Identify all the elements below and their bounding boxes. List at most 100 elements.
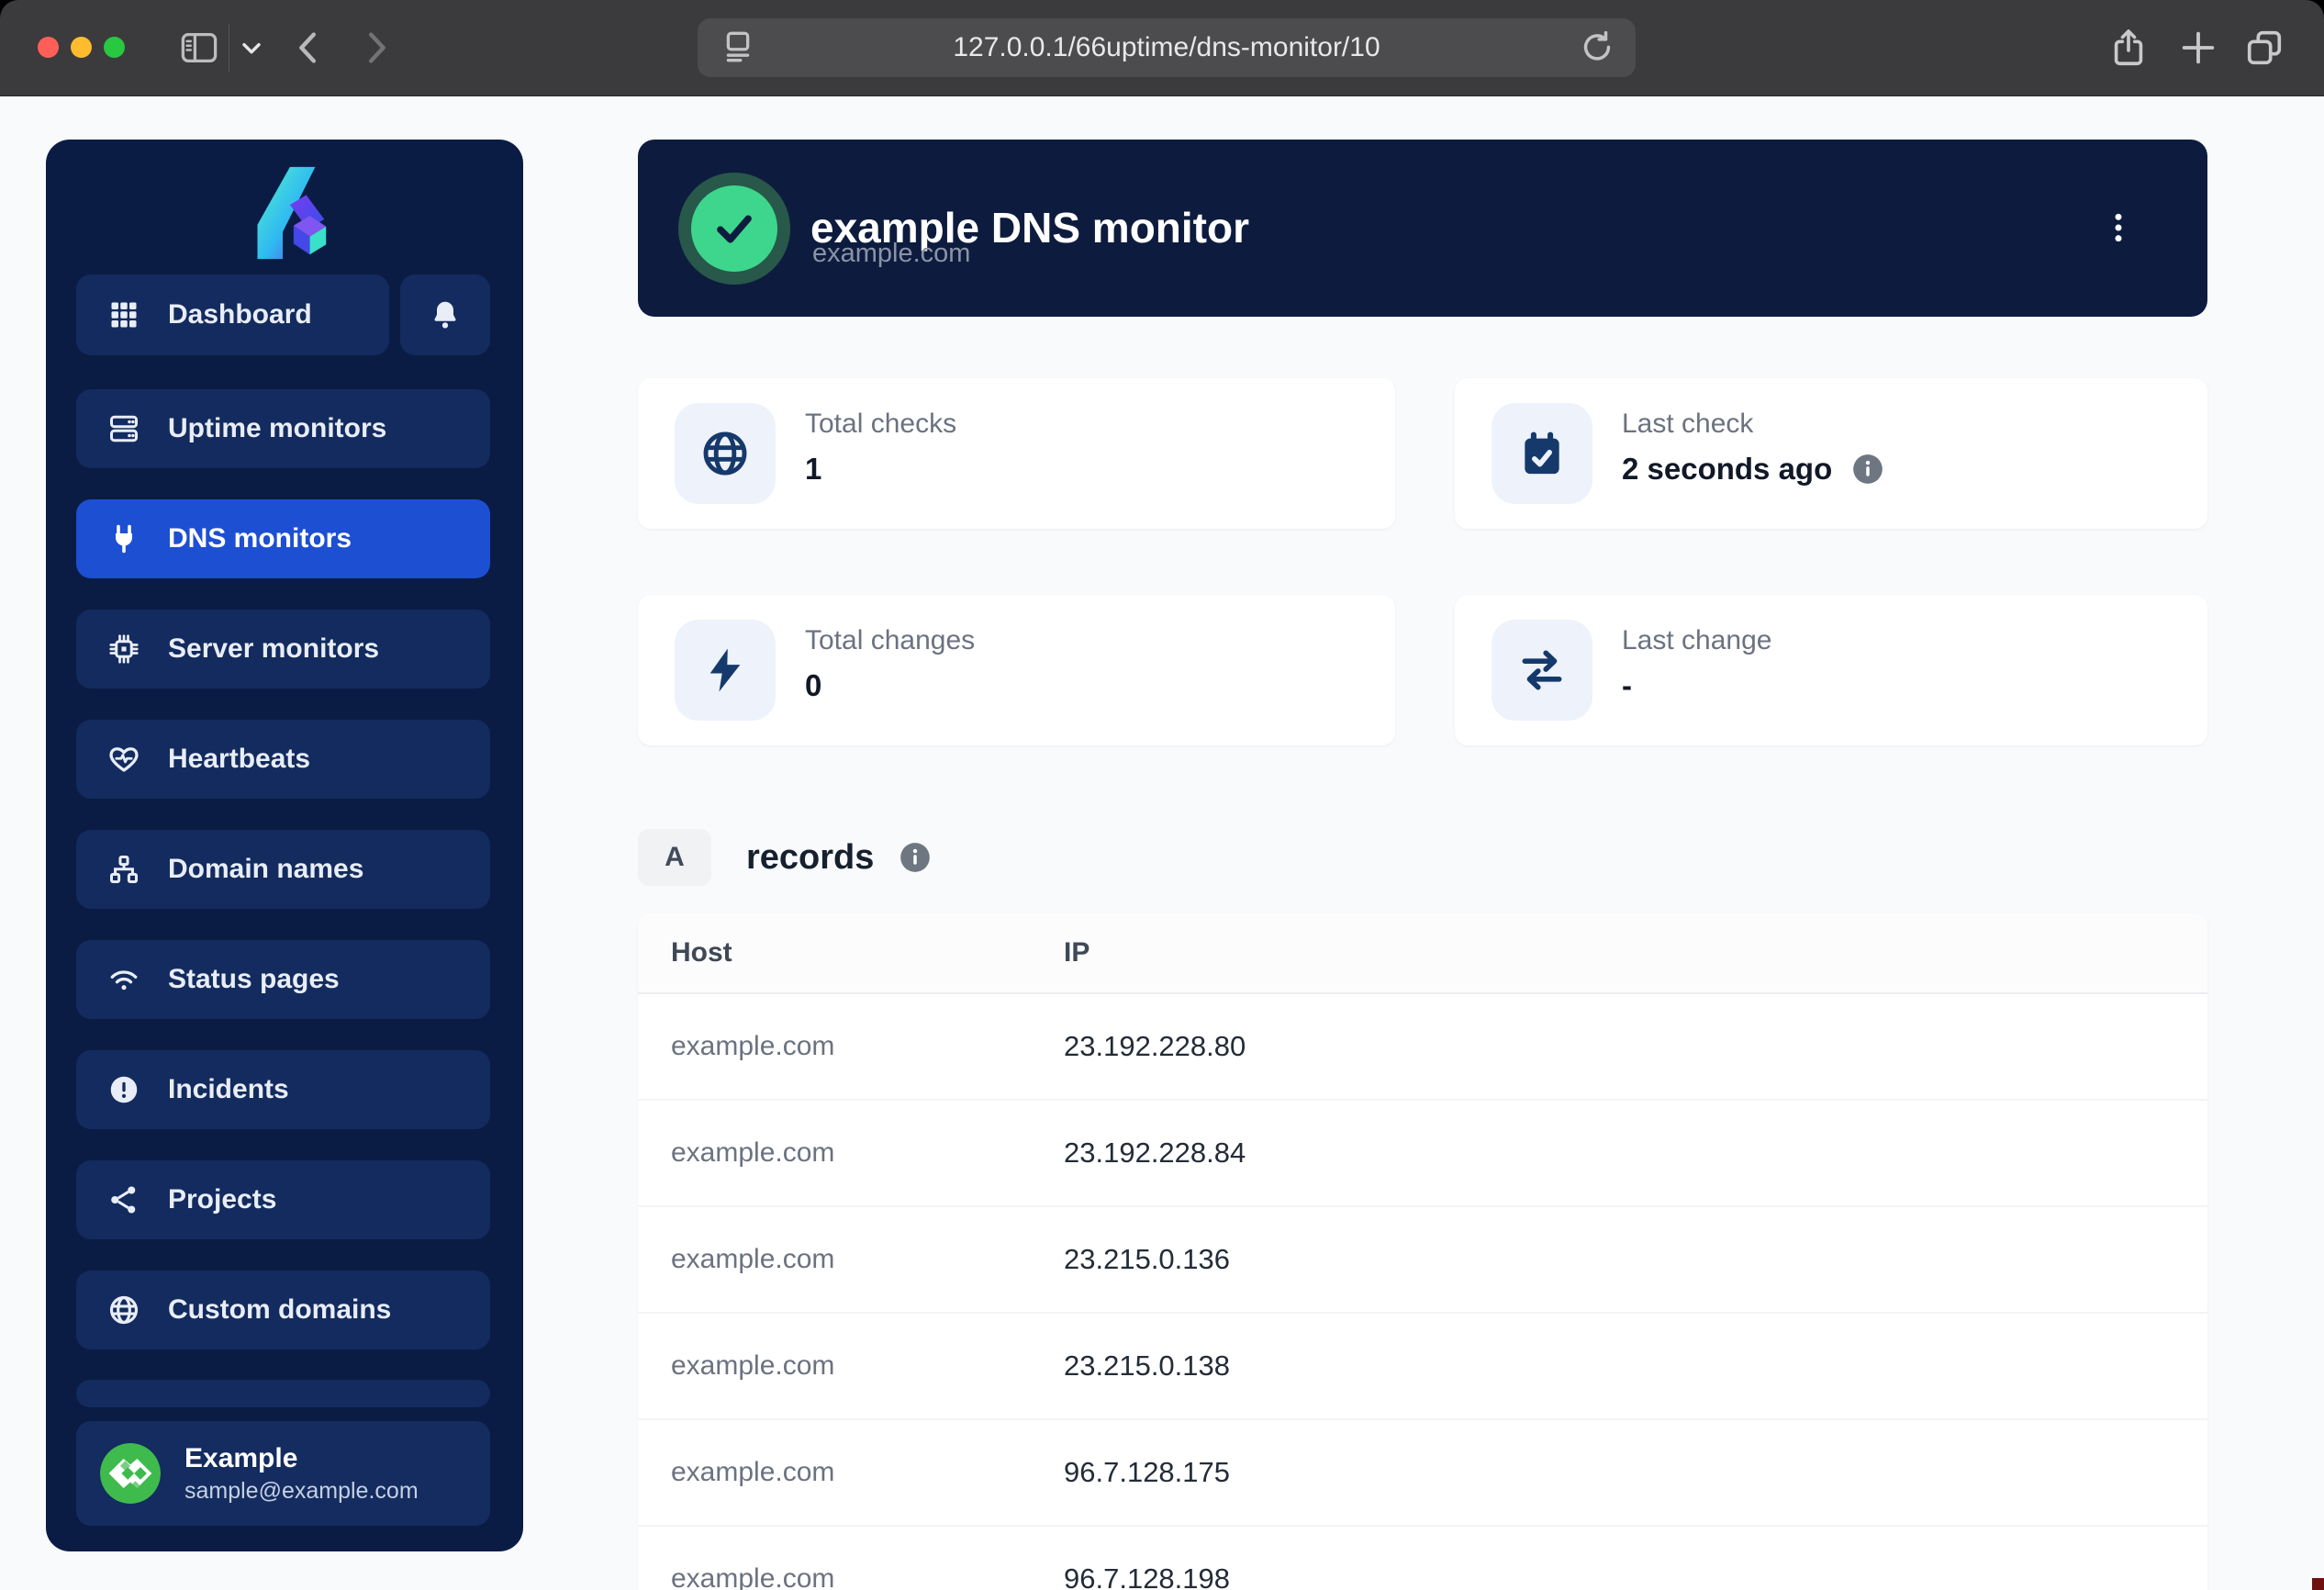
stat-card-total-checks: Total checks 1 (638, 378, 1395, 529)
sidebar-item-partial[interactable] (76, 1380, 490, 1407)
table-row: example.com 23.192.228.80 (638, 994, 2207, 1101)
records-info-icon[interactable] (898, 840, 933, 875)
cpu-icon (107, 633, 140, 666)
user-card[interactable]: Example sample@example.com (76, 1421, 490, 1526)
record-type-badge: A (638, 829, 711, 886)
close-button[interactable] (38, 37, 59, 58)
address-bar[interactable]: 127.0.0.1/66uptime/dns-monitor/10 (698, 18, 1636, 77)
chevron-down-icon (237, 33, 266, 62)
table-header: Host IP (638, 913, 2207, 994)
bell-icon (429, 298, 462, 331)
minimize-button[interactable] (71, 37, 92, 58)
sidebar-item-domain-names[interactable]: Domain names (76, 830, 490, 909)
reload-button[interactable] (1577, 27, 1617, 70)
avatar (100, 1443, 161, 1504)
stat-icon-tile (675, 403, 776, 504)
server-stack-icon (107, 412, 140, 445)
sidebar: Dashboard Uptime monitors DNS monitors S… (46, 140, 523, 1551)
sidebar-item-projects[interactable]: Projects (76, 1160, 490, 1239)
sidebar-nav: Uptime monitors DNS monitors Server moni… (76, 389, 490, 1349)
host-cell: example.com (671, 1207, 834, 1312)
monitor-header-card: example DNS monitor example.com (638, 140, 2207, 317)
new-tab-button[interactable] (2177, 27, 2219, 69)
bolt-icon (699, 644, 751, 696)
share-button[interactable] (2107, 27, 2150, 69)
stat-card-last-check: Last check 2 seconds ago (1455, 378, 2207, 529)
sidebar-item-custom-domains[interactable]: Custom domains (76, 1271, 490, 1349)
sidebar-item-dashboard[interactable]: Dashboard (76, 274, 389, 355)
status-up-indicator (691, 185, 777, 272)
stat-card-total-changes: Total changes 0 (638, 595, 1395, 745)
toolbar-chevron-button[interactable] (237, 33, 266, 62)
swap-icon (1516, 644, 1568, 696)
ip-column-header: IP (1064, 913, 1089, 992)
nav-label: Custom domains (168, 1294, 391, 1326)
sidebar-item-heartbeats[interactable]: Heartbeats (76, 720, 490, 799)
sidebar-item-server-monitors[interactable]: Server monitors (76, 610, 490, 689)
stat-label: Last change (1622, 625, 1771, 656)
ip-cell: 23.192.228.80 (1064, 994, 1246, 1099)
notifications-button[interactable] (400, 274, 490, 355)
browser-chrome: 127.0.0.1/66uptime/dns-monitor/10 (0, 0, 2324, 96)
kebab-icon (2100, 209, 2137, 246)
forward-button[interactable] (354, 27, 397, 69)
ip-cell: 23.215.0.138 (1064, 1314, 1230, 1418)
sidebar-item-dns-monitors[interactable]: DNS monitors (76, 499, 490, 578)
tabs-icon (2243, 27, 2285, 69)
user-email: sample@example.com (184, 1476, 419, 1506)
back-icon (288, 27, 330, 69)
records-heading: records (746, 838, 874, 878)
nav-label: Heartbeats (168, 744, 310, 775)
nav-label: DNS monitors (168, 523, 352, 554)
sidebar-toggle-icon (178, 27, 220, 69)
tab-overview-button[interactable] (2243, 27, 2285, 69)
app-logo (230, 160, 339, 268)
user-name: Example (184, 1441, 419, 1476)
records-heading-row: A records (638, 829, 933, 886)
stat-icon-tile (1492, 620, 1592, 721)
monitor-menu-button[interactable] (2086, 187, 2151, 270)
stat-value: 0 (805, 668, 821, 703)
host-cell: example.com (671, 1101, 834, 1205)
stat-card-last-change: Last change - (1455, 595, 2207, 745)
stats-grid: Total checks 1 Last check 2 seconds ago … (638, 378, 2207, 745)
globe-icon (699, 428, 751, 479)
nav-label: Domain names (168, 854, 363, 885)
calendar-check-icon (1516, 428, 1568, 479)
dashboard-label: Dashboard (168, 299, 312, 330)
nav-label: Uptime monitors (168, 413, 386, 444)
reload-icon (1577, 27, 1617, 67)
sidebar-item-incidents[interactable]: Incidents (76, 1050, 490, 1129)
url-text: 127.0.0.1/66uptime/dns-monitor/10 (953, 32, 1380, 63)
plug-icon (107, 522, 140, 555)
page: Dashboard Uptime monitors DNS monitors S… (0, 96, 2324, 1590)
sidebar-item-uptime-monitors[interactable]: Uptime monitors (76, 389, 490, 468)
check-icon (710, 205, 758, 252)
grid-icon (107, 298, 140, 331)
sidebar-item-status-pages[interactable]: Status pages (76, 940, 490, 1019)
heart-pulse-icon (107, 743, 140, 776)
zoom-button[interactable] (104, 37, 125, 58)
ip-cell: 23.215.0.136 (1064, 1207, 1230, 1312)
screen: 127.0.0.1/66uptime/dns-monitor/10 Dashbo… (0, 0, 2324, 1590)
ip-cell: 23.192.228.84 (1064, 1101, 1246, 1205)
stat-label: Total checks (805, 409, 956, 440)
stat-info-icon[interactable] (1850, 452, 1885, 487)
back-button[interactable] (288, 27, 330, 69)
host-cell: example.com (671, 1527, 834, 1590)
reader-icon[interactable] (718, 27, 758, 72)
table-row: example.com 23.215.0.138 (638, 1314, 2207, 1420)
monitor-hostname: example.com (812, 239, 970, 269)
stat-label: Last check (1622, 409, 1753, 440)
table-row: example.com 96.7.128.175 (638, 1420, 2207, 1527)
host-column-header: Host (671, 913, 732, 992)
wifi-icon (107, 963, 140, 996)
stat-label: Total changes (805, 625, 975, 656)
table-row: example.com 96.7.128.198 (638, 1527, 2207, 1590)
sidebar-toggle-button[interactable] (178, 27, 220, 69)
screen-corner-artifact (2312, 1578, 2324, 1590)
stat-value: 2 seconds ago (1622, 452, 1832, 487)
ip-cell: 96.7.128.198 (1064, 1527, 1230, 1590)
stat-value: - (1622, 668, 1632, 703)
plus-icon (2177, 27, 2219, 69)
